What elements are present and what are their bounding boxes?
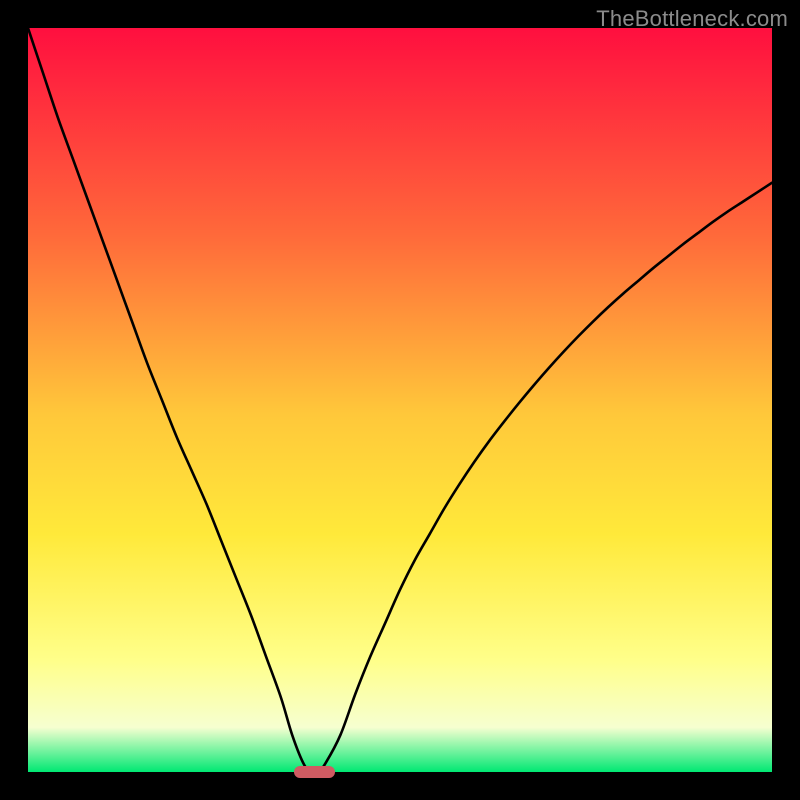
bottleneck-curve xyxy=(28,28,772,772)
minimum-marker xyxy=(294,766,335,779)
chart-frame: TheBottleneck.com xyxy=(0,0,800,800)
plot-area xyxy=(28,28,772,772)
